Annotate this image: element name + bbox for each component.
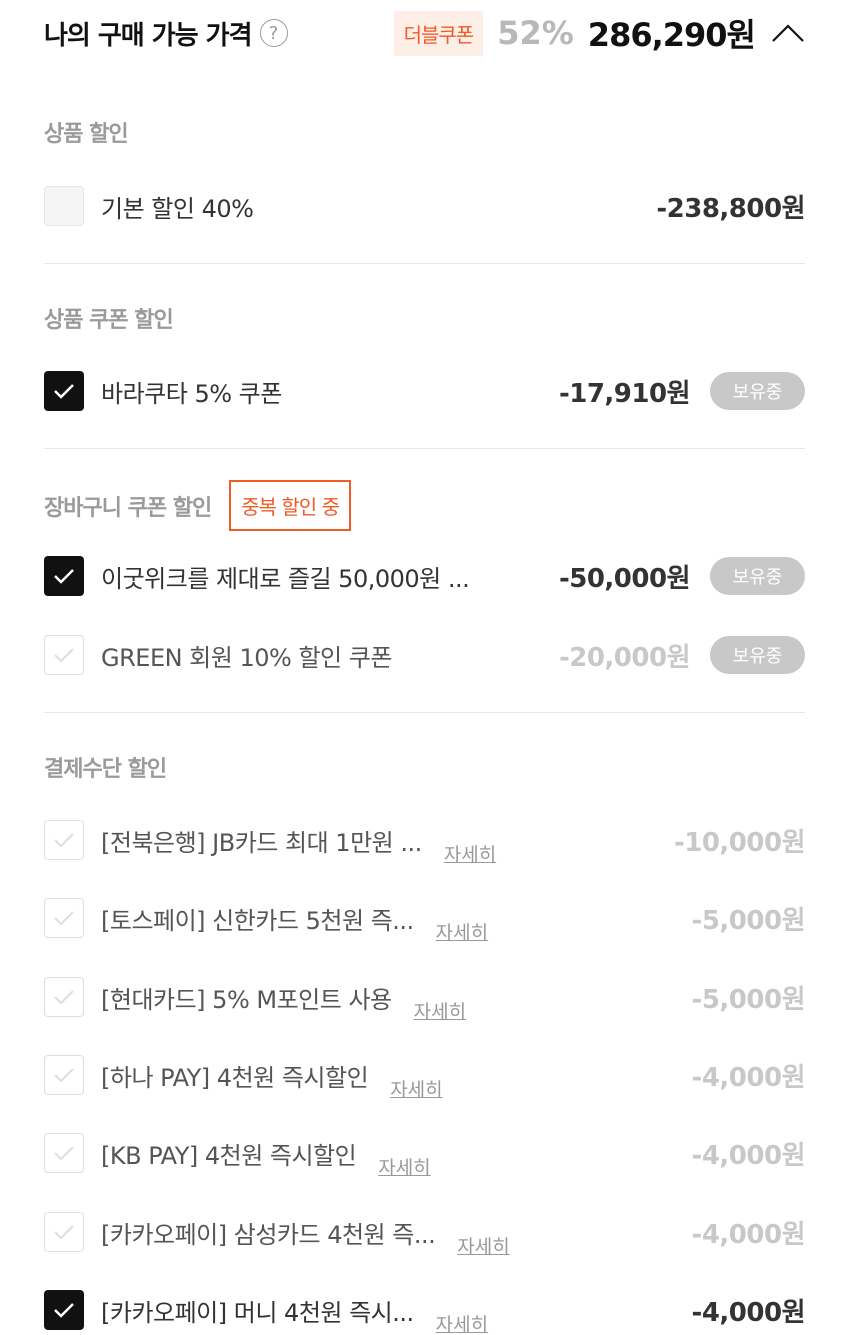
section-title-label: 결제수단 할인: [44, 757, 167, 782]
owned-badge: 보유중: [710, 557, 805, 595]
checkbox-unchecked[interactable]: [44, 1133, 84, 1173]
detail-link[interactable]: 자세히: [390, 1075, 442, 1102]
final-price: 286,290원: [587, 16, 756, 54]
discount-rate: 52%: [497, 14, 574, 52]
check-icon: [54, 833, 74, 848]
payment-row[interactable]: [현대카드] 5% M포인트 사용 자세히 -5,000원: [44, 976, 806, 1023]
payment-row[interactable]: [전북은행] JB카드 최대 1만원 ... 자세히 -10,000원: [44, 819, 806, 866]
price-summary-header[interactable]: 나의 구매 가능 가격 ? 더블쿠폰 52% 286,290원: [44, 0, 805, 66]
detail-link[interactable]: 자세히: [436, 918, 488, 945]
payment-label: [KB PAY] 4천원 즉시할인: [101, 1141, 357, 1170]
detail-link[interactable]: 자세히: [457, 1232, 509, 1259]
check-icon: [54, 1303, 74, 1318]
page-title: 나의 구매 가능 가격: [44, 20, 253, 51]
checkbox-unchecked[interactable]: [44, 1055, 84, 1095]
section-title-payment: 결제수단 할인: [44, 751, 167, 783]
section-title-product-discount: 상품 할인: [44, 116, 129, 148]
coupon-label: 바라쿠타 5% 쿠폰: [101, 379, 282, 408]
divider: [44, 448, 805, 449]
price-summary: 더블쿠폰 52% 286,290원: [393, 10, 805, 56]
checkbox-unchecked[interactable]: [44, 635, 84, 675]
question-circle-icon[interactable]: ?: [259, 19, 288, 47]
double-coupon-badge: 더블쿠폰: [393, 10, 484, 56]
checkbox-unchecked[interactable]: [44, 1212, 84, 1252]
checkbox-unchecked[interactable]: [44, 977, 84, 1017]
payment-label: [하나 PAY] 4천원 즉시할인: [101, 1063, 369, 1092]
check-icon: [54, 990, 74, 1005]
section-title-label: 상품 할인: [44, 122, 129, 147]
coupon-amount: -20,000원: [558, 642, 691, 673]
section-title-product-coupon: 상품 쿠폰 할인: [44, 302, 174, 334]
payment-amount: -5,000원: [691, 984, 806, 1015]
discount-row-basic: 기본 할인 40% -238,800원: [44, 185, 805, 227]
detail-link[interactable]: 자세히: [378, 1153, 430, 1180]
section-title-label: 상품 쿠폰 할인: [44, 308, 174, 333]
payment-row[interactable]: [토스페이] 신한카드 5천원 즉... 자세히 -5,000원: [44, 897, 806, 944]
coupon-label: GREEN 회원 10% 할인 쿠폰: [101, 643, 392, 672]
divider: [44, 263, 805, 264]
checkbox-unchecked[interactable]: [44, 820, 84, 860]
coupon-amount: -17,910원: [558, 378, 691, 409]
payment-label: [현대카드] 5% M포인트 사용: [101, 985, 392, 1014]
checkbox-checked[interactable]: [44, 371, 84, 411]
checkbox-checked[interactable]: [44, 556, 84, 596]
coupon-row-egoodweek[interactable]: 이굿위크를 제대로 즐길 50,000원 ... -50,000원 보유중: [44, 555, 805, 597]
owned-badge: 보유중: [710, 636, 805, 674]
payment-label: [전북은행] JB카드 최대 1만원 ...: [101, 828, 422, 857]
coupon-amount: -50,000원: [558, 563, 691, 594]
check-icon: [54, 1146, 74, 1161]
detail-link[interactable]: 자세히: [414, 997, 466, 1024]
checkbox-disabled: [44, 186, 84, 226]
payment-amount: -5,000원: [691, 905, 806, 936]
payment-amount: -4,000원: [691, 1219, 806, 1250]
section-title-cart-coupon: 장바구니 쿠폰 할인 중복 할인 중: [44, 480, 351, 531]
payment-amount: -4,000원: [691, 1297, 806, 1328]
checkbox-unchecked[interactable]: [44, 898, 84, 938]
payment-amount: -10,000원: [673, 827, 806, 858]
check-icon: [54, 384, 74, 399]
discount-label: 기본 할인 40%: [101, 194, 254, 223]
detail-link[interactable]: 자세히: [436, 1310, 488, 1335]
payment-amount: -4,000원: [691, 1140, 806, 1171]
payment-row[interactable]: [KB PAY] 4천원 즉시할인 자세히 -4,000원: [44, 1132, 806, 1179]
check-icon: [54, 648, 74, 663]
owned-badge: 보유중: [710, 372, 805, 410]
payment-row[interactable]: [카카오페이] 삼성카드 4천원 즉... 자세히 -4,000원: [44, 1211, 806, 1258]
section-title-label: 장바구니 쿠폰 할인: [44, 495, 212, 521]
discount-amount: -238,800원: [656, 193, 805, 224]
check-icon: [54, 1068, 74, 1083]
coupon-label: 이굿위크를 제대로 즐길 50,000원 ...: [101, 564, 470, 593]
checkbox-checked[interactable]: [44, 1290, 84, 1330]
payment-amount: -4,000원: [691, 1062, 806, 1093]
chevron-up-icon[interactable]: [771, 16, 805, 50]
coupon-row-baracuta[interactable]: 바라쿠타 5% 쿠폰 -17,910원 보유중: [44, 370, 805, 412]
divider: [44, 712, 805, 713]
payment-row[interactable]: [카카오페이] 머니 4천원 즉시... 자세히 -4,000원: [44, 1289, 806, 1335]
detail-link[interactable]: 자세히: [444, 840, 496, 867]
coupon-row-green[interactable]: GREEN 회원 10% 할인 쿠폰 -20,000원 보유중: [44, 634, 805, 676]
payment-label: [카카오페이] 삼성카드 4천원 즉...: [101, 1220, 436, 1249]
duplicate-discount-badge: 중복 할인 중: [229, 480, 351, 531]
check-icon: [54, 1225, 74, 1240]
check-icon: [54, 911, 74, 926]
payment-label: [토스페이] 신한카드 5천원 즉...: [101, 906, 414, 935]
payment-label: [카카오페이] 머니 4천원 즉시...: [101, 1298, 414, 1327]
check-icon: [54, 569, 74, 584]
payment-row[interactable]: [하나 PAY] 4천원 즉시할인 자세히 -4,000원: [44, 1054, 806, 1101]
